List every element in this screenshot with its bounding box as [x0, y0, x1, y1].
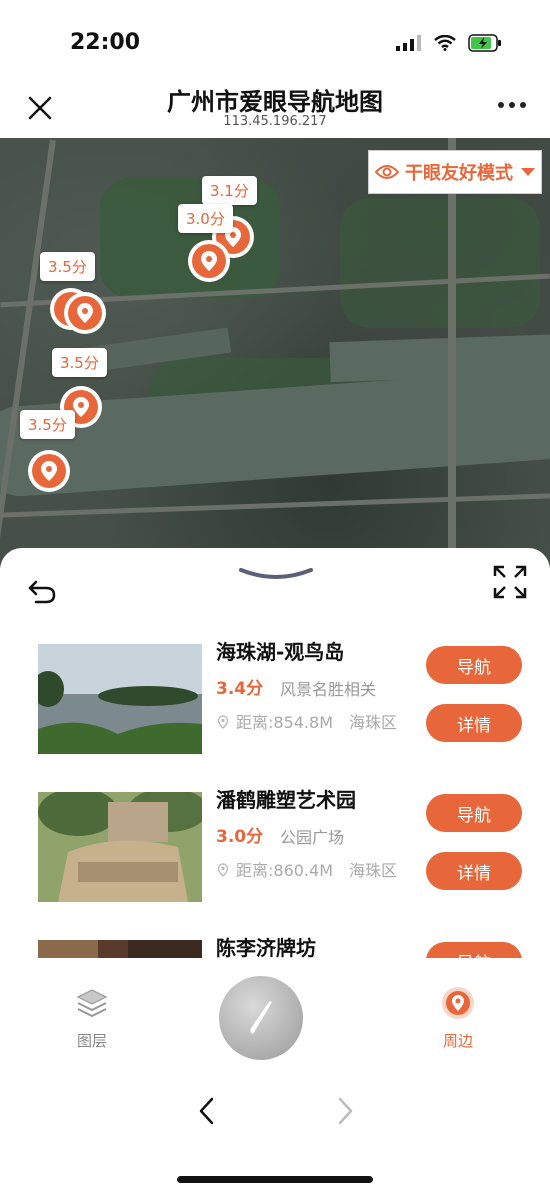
map-view[interactable]: 干眼友好模式 3.1分 3.0分 3.5分 3.5分 3.5分: [0, 138, 550, 568]
location-pin-icon: [73, 397, 89, 417]
status-icons: [396, 34, 502, 52]
map-road: [0, 493, 550, 518]
mode-selector[interactable]: 干眼友好模式: [368, 150, 542, 194]
map-road: [448, 138, 456, 568]
chevron-down-icon: [521, 168, 535, 176]
eye-icon: [375, 165, 399, 179]
location-pin-icon: [41, 461, 57, 481]
battery-charging-icon: [468, 34, 501, 52]
poi-thumbnail: [38, 792, 202, 902]
marker-rating: 3.5分: [20, 410, 75, 439]
navigate-button[interactable]: 导航: [426, 646, 522, 684]
tab-layers[interactable]: 图层: [52, 986, 132, 1051]
list-item[interactable]: 潘鹤雕塑艺术园 3.0分 公园广场 距离:860.4M 海珠区 导航 详情: [0, 778, 550, 926]
tab-bar: 图层 周边: [0, 968, 550, 1078]
wifi-icon: [434, 35, 456, 51]
nav-bar: 广州市爱眼导航地图 113.45.196.217: [0, 70, 550, 138]
page-title: 广州市爱眼导航地图: [167, 88, 383, 116]
expand-icon[interactable]: [492, 564, 528, 600]
location-pin-icon: [217, 715, 229, 729]
compass-icon: [250, 1001, 272, 1034]
bottom-sheet: 海珠湖-观鸟岛 3.4分 风景名胜相关 距离:854.8M 海珠区 导航 详情: [0, 548, 550, 968]
marker-rating: 3.5分: [52, 348, 107, 377]
poi-thumbnail: [38, 644, 202, 754]
location-pin-icon: [442, 987, 474, 1019]
poi-distance-text: 距离:860.4M 海珠区: [236, 861, 398, 880]
chevron-right-icon[interactable]: [334, 1096, 356, 1126]
navigate-button[interactable]: 导航: [426, 794, 522, 832]
list-item[interactable]: 陈李济牌坊 导航: [0, 926, 550, 958]
list-item[interactable]: 海珠湖-观鸟岛 3.4分 风景名胜相关 距离:854.8M 海珠区 导航 详情: [0, 630, 550, 778]
poi-list[interactable]: 海珠湖-观鸟岛 3.4分 风景名胜相关 距离:854.8M 海珠区 导航 详情: [0, 630, 550, 958]
detail-button[interactable]: 详情: [426, 704, 522, 742]
poi-name: 海珠湖-观鸟岛: [216, 640, 345, 664]
more-icon[interactable]: [498, 102, 526, 108]
poi-distance: 距离:854.8M 海珠区: [216, 710, 416, 736]
poi-score: 3.0分: [216, 827, 264, 847]
layers-icon: [76, 989, 108, 1018]
map-river: [329, 333, 550, 383]
signal-icon: [396, 35, 421, 51]
map-marker[interactable]: [64, 292, 106, 334]
poi-distance-text: 距离:854.8M 海珠区: [236, 713, 398, 732]
browser-nav: [0, 1078, 550, 1148]
status-time: 22:00: [70, 30, 141, 55]
compass-button[interactable]: [219, 976, 303, 1060]
map-marker[interactable]: [188, 240, 230, 282]
tab-layers-label: 图层: [76, 1032, 107, 1050]
tab-nearby[interactable]: 周边: [418, 986, 498, 1051]
poi-thumbnail: [38, 940, 202, 958]
chevron-down-icon[interactable]: [238, 566, 314, 582]
marker-rating: 3.5分: [40, 252, 95, 281]
location-pin-icon: [77, 303, 93, 323]
marker-rating: 3.1分: [202, 176, 257, 205]
back-arrow-icon[interactable]: [26, 574, 58, 606]
chevron-left-icon[interactable]: [196, 1096, 218, 1126]
map-green-area: [340, 198, 540, 328]
poi-category: 风景名胜相关: [280, 680, 377, 699]
home-indicator[interactable]: [177, 1176, 373, 1183]
poi-score: 3.4分: [216, 679, 264, 699]
tab-nearby-label: 周边: [442, 1032, 473, 1050]
poi-category: 公园广场: [280, 828, 345, 847]
page-subtitle: 113.45.196.217: [223, 114, 327, 129]
poi-name: 陈李济牌坊: [216, 936, 316, 958]
detail-button[interactable]: 详情: [426, 852, 522, 890]
map-marker[interactable]: [28, 450, 70, 492]
marker-rating: 3.0分: [178, 204, 233, 233]
navigate-button[interactable]: 导航: [426, 942, 522, 958]
poi-distance: 距离:860.4M 海珠区: [216, 858, 416, 884]
location-pin-icon: [201, 251, 217, 271]
location-pin-icon: [217, 863, 229, 877]
map-road: [0, 139, 56, 567]
poi-name: 潘鹤雕塑艺术园: [216, 788, 356, 812]
mode-label: 干眼友好模式: [405, 163, 513, 184]
